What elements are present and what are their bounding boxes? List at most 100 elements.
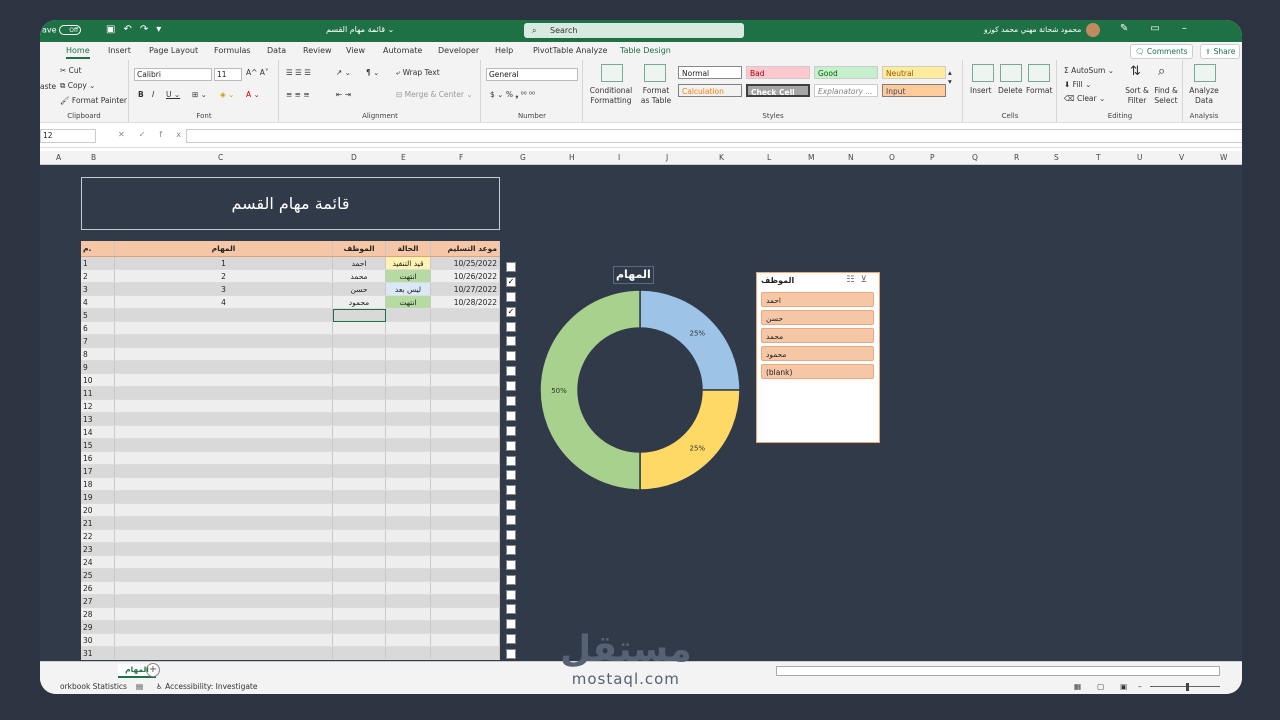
cell-no[interactable]: 27 bbox=[81, 594, 115, 608]
add-sheet-icon[interactable]: + bbox=[146, 663, 160, 677]
cell-empty[interactable] bbox=[114, 555, 333, 569]
zoom-knob[interactable] bbox=[1186, 683, 1189, 691]
table-row[interactable]: 31 bbox=[81, 646, 500, 660]
cell-empty[interactable] bbox=[332, 529, 386, 543]
cell-no[interactable]: 13 bbox=[81, 412, 115, 426]
cell-no[interactable]: 16 bbox=[81, 451, 115, 465]
cell-empty[interactable] bbox=[332, 620, 386, 634]
cell-empty[interactable] bbox=[385, 438, 431, 452]
cell-no[interactable]: 15 bbox=[81, 438, 115, 452]
cell-empty[interactable] bbox=[385, 529, 431, 543]
column-header-c[interactable]: C bbox=[218, 153, 223, 162]
table-row[interactable]: 22 bbox=[81, 529, 500, 543]
autosave[interactable]: ave Off bbox=[42, 25, 82, 35]
cell-empty[interactable] bbox=[385, 620, 431, 634]
font-size-combo[interactable]: 11 bbox=[214, 68, 242, 81]
cell-empty[interactable] bbox=[430, 438, 500, 452]
clear-button[interactable]: ⌫ Clear ⌄ bbox=[1064, 94, 1105, 103]
header-status[interactable]: الحالة bbox=[385, 241, 431, 257]
task-checkbox[interactable] bbox=[506, 381, 516, 392]
cell-no[interactable]: 12 bbox=[81, 399, 115, 413]
employee-slicer[interactable]: الموظف ☷⊻ احمد حسن محمد محمود (blank) bbox=[756, 272, 880, 443]
cell-no[interactable]: 26 bbox=[81, 581, 115, 595]
style-neutral[interactable]: Neutral bbox=[882, 66, 946, 79]
cell-empty[interactable] bbox=[430, 412, 500, 426]
cell-empty[interactable] bbox=[430, 373, 500, 387]
cell-empty[interactable] bbox=[385, 425, 431, 439]
table-row[interactable]: 8 bbox=[81, 347, 500, 361]
cell-empty[interactable] bbox=[430, 646, 500, 660]
slicer-item[interactable]: محمود bbox=[761, 346, 874, 361]
cell-empty[interactable] bbox=[430, 620, 500, 634]
cell-no[interactable]: 30 bbox=[81, 633, 115, 647]
merge-center-button[interactable]: ⊟ Merge & Center ⌄ bbox=[396, 90, 473, 99]
cell-no[interactable]: 31 bbox=[81, 646, 115, 660]
cell-empty[interactable] bbox=[332, 594, 386, 608]
cell-empty[interactable] bbox=[114, 568, 333, 582]
cell-empty[interactable] bbox=[385, 607, 431, 621]
cell-empty[interactable] bbox=[430, 464, 500, 478]
zoom-slider[interactable] bbox=[1150, 686, 1220, 687]
cell-no[interactable]: 17 bbox=[81, 464, 115, 478]
cell-empty[interactable] bbox=[385, 386, 431, 400]
cell-empty[interactable] bbox=[332, 464, 386, 478]
table-row[interactable]: 20 bbox=[81, 503, 500, 517]
tab-page-layout[interactable]: Page Layout bbox=[149, 46, 198, 55]
cell-empty[interactable] bbox=[114, 477, 333, 491]
cell-empty[interactable] bbox=[114, 425, 333, 439]
task-checkbox[interactable] bbox=[506, 559, 516, 570]
column-header-v[interactable]: V bbox=[1179, 153, 1184, 162]
chart-title[interactable]: المهام bbox=[613, 266, 654, 284]
table-row[interactable]: 13 bbox=[81, 412, 500, 426]
style-calculation[interactable]: Calculation bbox=[678, 84, 742, 97]
insert-cells-icon[interactable] bbox=[972, 64, 994, 82]
column-header-g[interactable]: G bbox=[520, 153, 526, 162]
cell-empty[interactable] bbox=[385, 308, 431, 322]
cell-empty[interactable] bbox=[114, 438, 333, 452]
pen-icon[interactable]: ✎ bbox=[1120, 23, 1150, 34]
cell-empty[interactable] bbox=[332, 399, 386, 413]
cell-no[interactable]: 19 bbox=[81, 490, 115, 504]
cell-no[interactable]: 28 bbox=[81, 607, 115, 621]
cell-empty[interactable] bbox=[332, 646, 386, 660]
cell-empty[interactable] bbox=[430, 503, 500, 517]
delete-cells-icon[interactable] bbox=[1000, 64, 1022, 82]
style-bad[interactable]: Bad bbox=[746, 66, 810, 79]
table-row[interactable]: 7 bbox=[81, 334, 500, 348]
header-due[interactable]: موعد التسليم bbox=[430, 241, 500, 257]
table-row[interactable]: 16 bbox=[81, 451, 500, 465]
find-icon[interactable]: ⌕ bbox=[1158, 64, 1165, 79]
cell-no[interactable]: 1 bbox=[81, 256, 115, 270]
sort-icon[interactable]: ⇅ bbox=[1130, 64, 1141, 79]
cell-empty[interactable] bbox=[385, 451, 431, 465]
cell-empty[interactable] bbox=[430, 607, 500, 621]
save-icon[interactable]: ▣ bbox=[106, 24, 123, 35]
tab-view[interactable]: View bbox=[346, 46, 365, 55]
slicer-item[interactable]: (blank) bbox=[761, 364, 874, 379]
task-checkbox[interactable] bbox=[506, 396, 516, 407]
table-row[interactable]: 1 1 احمد قيد التنفيذ 10/25/2022 bbox=[81, 256, 500, 270]
style-normal[interactable]: Normal bbox=[678, 66, 742, 79]
task-checkbox[interactable] bbox=[506, 470, 516, 481]
task-checkbox[interactable] bbox=[506, 440, 516, 451]
table-row[interactable]: 9 bbox=[81, 360, 500, 374]
cell-empty[interactable] bbox=[332, 412, 386, 426]
cell-empty[interactable] bbox=[114, 594, 333, 608]
fill-color-icon[interactable]: ◈ ⌄ bbox=[220, 90, 234, 99]
undo-icon[interactable]: ↶ bbox=[123, 24, 139, 35]
table-row[interactable]: 4 4 محمود انتهت 10/28/2022 bbox=[81, 295, 500, 309]
table-row[interactable]: 12 bbox=[81, 399, 500, 413]
cell-no[interactable]: 2 bbox=[81, 269, 115, 283]
cell-empty[interactable] bbox=[114, 516, 333, 530]
customize-icon[interactable]: ▾ bbox=[156, 24, 169, 35]
cell-empty[interactable] bbox=[385, 360, 431, 374]
task-checkbox[interactable] bbox=[506, 589, 516, 600]
table-row[interactable]: 21 bbox=[81, 516, 500, 530]
style-good[interactable]: Good bbox=[814, 66, 878, 79]
tab-automate[interactable]: Automate bbox=[383, 46, 422, 55]
task-checkbox[interactable] bbox=[506, 500, 516, 511]
cell-empty[interactable] bbox=[114, 399, 333, 413]
cell-empty[interactable] bbox=[430, 555, 500, 569]
cell-due[interactable]: 10/27/2022 bbox=[430, 282, 500, 296]
tab-formulas[interactable]: Formulas bbox=[214, 46, 251, 55]
